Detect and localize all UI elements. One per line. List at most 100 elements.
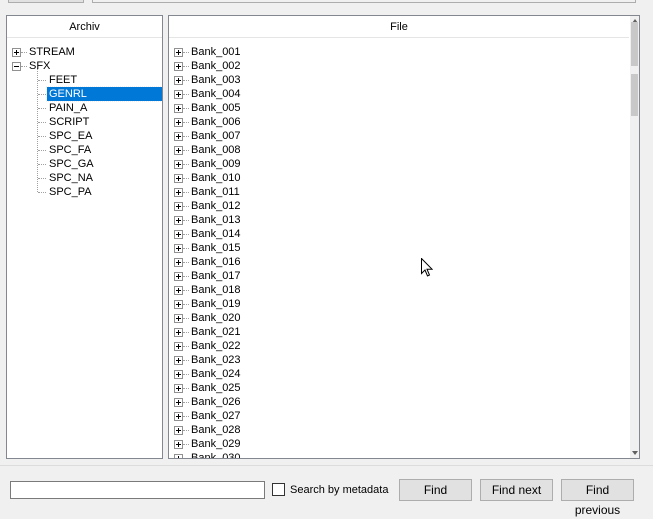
- expand-plus-icon[interactable]: [174, 412, 183, 421]
- top-input-fragment[interactable]: [92, 0, 636, 3]
- expand-plus-icon[interactable]: [174, 48, 183, 57]
- expand-plus-icon[interactable]: [174, 258, 183, 267]
- archive-tree-pane[interactable]: Archiv STREAM SFX FEET GENRL PAIN_A SCRIPT SPC…: [6, 15, 163, 459]
- file-item[interactable]: Bank_009: [169, 157, 639, 171]
- expand-plus-icon[interactable]: [174, 440, 183, 449]
- archive-child-label: SCRIPT: [49, 116, 90, 128]
- file-item[interactable]: Bank_012: [169, 199, 639, 213]
- file-item-label: Bank_012: [191, 200, 241, 212]
- expand-plus-icon[interactable]: [174, 314, 183, 323]
- archive-child-spc_fa[interactable]: SPC_FA: [7, 143, 162, 157]
- expand-plus-icon[interactable]: [174, 454, 183, 458]
- find-previous-button[interactable]: Find previous: [561, 479, 634, 517]
- search-panel: Search by metadata Find Find next Find p…: [0, 465, 653, 517]
- expand-plus-icon[interactable]: [174, 356, 183, 365]
- file-item[interactable]: Bank_003: [169, 73, 639, 87]
- scroll-down-arrow-icon[interactable]: [632, 451, 638, 455]
- expand-plus-icon[interactable]: [174, 272, 183, 281]
- file-item[interactable]: Bank_004: [169, 87, 639, 101]
- file-tree-pane[interactable]: File Bank_001 Bank_002 Bank_003 Bank_004 Ban…: [168, 15, 640, 459]
- file-item[interactable]: Bank_027: [169, 409, 639, 423]
- expand-plus-icon[interactable]: [174, 202, 183, 211]
- file-item[interactable]: Bank_011: [169, 185, 639, 199]
- expand-plus-icon[interactable]: [174, 384, 183, 393]
- expand-plus-icon[interactable]: [174, 90, 183, 99]
- expand-plus-icon[interactable]: [174, 426, 183, 435]
- archive-item-stream[interactable]: STREAM: [7, 45, 162, 59]
- file-item[interactable]: Bank_022: [169, 339, 639, 353]
- archive-child-spc_ga[interactable]: SPC_GA: [7, 157, 162, 171]
- archive-item-label: SFX: [29, 60, 51, 72]
- expand-plus-icon[interactable]: [174, 300, 183, 309]
- file-item-label: Bank_020: [191, 312, 241, 324]
- file-item[interactable]: Bank_013: [169, 213, 639, 227]
- file-item[interactable]: Bank_006: [169, 115, 639, 129]
- file-item[interactable]: Bank_015: [169, 241, 639, 255]
- file-item[interactable]: Bank_005: [169, 101, 639, 115]
- archive-item-sfx[interactable]: SFX: [7, 59, 162, 73]
- file-item[interactable]: Bank_018: [169, 283, 639, 297]
- file-scrollbar[interactable]: [629, 16, 639, 458]
- file-item-label: Bank_015: [191, 242, 241, 254]
- expand-plus-icon[interactable]: [174, 160, 183, 169]
- archive-child-spc_ea[interactable]: SPC_EA: [7, 129, 162, 143]
- expand-plus-icon[interactable]: [174, 216, 183, 225]
- expand-plus-icon[interactable]: [174, 230, 183, 239]
- file-item[interactable]: Bank_024: [169, 367, 639, 381]
- file-item[interactable]: Bank_019: [169, 297, 639, 311]
- collapse-minus-icon[interactable]: [12, 62, 21, 71]
- expand-plus-icon[interactable]: [174, 76, 183, 85]
- file-item[interactable]: Bank_028: [169, 423, 639, 437]
- file-item-label: Bank_013: [191, 214, 241, 226]
- file-item[interactable]: Bank_025: [169, 381, 639, 395]
- expand-plus-icon[interactable]: [174, 398, 183, 407]
- file-item[interactable]: Bank_002: [169, 59, 639, 73]
- file-item[interactable]: Bank_017: [169, 269, 639, 283]
- find-button[interactable]: Find: [399, 479, 472, 501]
- file-item[interactable]: Bank_026: [169, 395, 639, 409]
- archive-header[interactable]: Archiv: [7, 16, 162, 38]
- scroll-thumb[interactable]: [631, 22, 638, 66]
- file-item[interactable]: Bank_014: [169, 227, 639, 241]
- file-item[interactable]: Bank_023: [169, 353, 639, 367]
- archive-child-feet[interactable]: FEET: [7, 73, 162, 87]
- top-button-fragment[interactable]: [8, 0, 84, 3]
- file-item[interactable]: Bank_021: [169, 325, 639, 339]
- expand-plus-icon[interactable]: [174, 62, 183, 71]
- file-item[interactable]: Bank_030: [169, 451, 639, 458]
- file-item-label: Bank_029: [191, 438, 241, 450]
- expand-plus-icon[interactable]: [174, 370, 183, 379]
- file-item[interactable]: Bank_016: [169, 255, 639, 269]
- expand-plus-icon[interactable]: [174, 104, 183, 113]
- expand-plus-icon[interactable]: [174, 328, 183, 337]
- file-item[interactable]: Bank_008: [169, 143, 639, 157]
- tree-connector: [38, 122, 46, 123]
- expand-plus-icon[interactable]: [174, 244, 183, 253]
- file-item[interactable]: Bank_001: [169, 45, 639, 59]
- search-by-metadata-checkbox[interactable]: [272, 483, 285, 496]
- scroll-thumb-secondary[interactable]: [631, 74, 638, 116]
- archive-child-pain_a[interactable]: PAIN_A: [7, 101, 162, 115]
- search-input[interactable]: [10, 481, 265, 499]
- file-item-label: Bank_017: [191, 270, 241, 282]
- file-header[interactable]: File: [169, 16, 629, 38]
- expand-plus-icon[interactable]: [12, 48, 21, 57]
- expand-plus-icon[interactable]: [174, 174, 183, 183]
- file-item[interactable]: Bank_007: [169, 129, 639, 143]
- find-next-button[interactable]: Find next: [480, 479, 553, 501]
- archive-child-spc_na[interactable]: SPC_NA: [7, 171, 162, 185]
- archive-child-genrl[interactable]: GENRL: [7, 86, 162, 102]
- archive-child-spc_pa[interactable]: SPC_PA: [7, 185, 162, 199]
- search-by-metadata-label[interactable]: Search by metadata: [290, 483, 388, 497]
- expand-plus-icon[interactable]: [174, 286, 183, 295]
- file-item[interactable]: Bank_010: [169, 171, 639, 185]
- file-item[interactable]: Bank_029: [169, 437, 639, 451]
- expand-plus-icon[interactable]: [174, 132, 183, 141]
- expand-plus-icon[interactable]: [174, 188, 183, 197]
- file-item-label: Bank_019: [191, 298, 241, 310]
- file-item[interactable]: Bank_020: [169, 311, 639, 325]
- archive-child-script[interactable]: SCRIPT: [7, 115, 162, 129]
- expand-plus-icon[interactable]: [174, 118, 183, 127]
- expand-plus-icon[interactable]: [174, 146, 183, 155]
- expand-plus-icon[interactable]: [174, 342, 183, 351]
